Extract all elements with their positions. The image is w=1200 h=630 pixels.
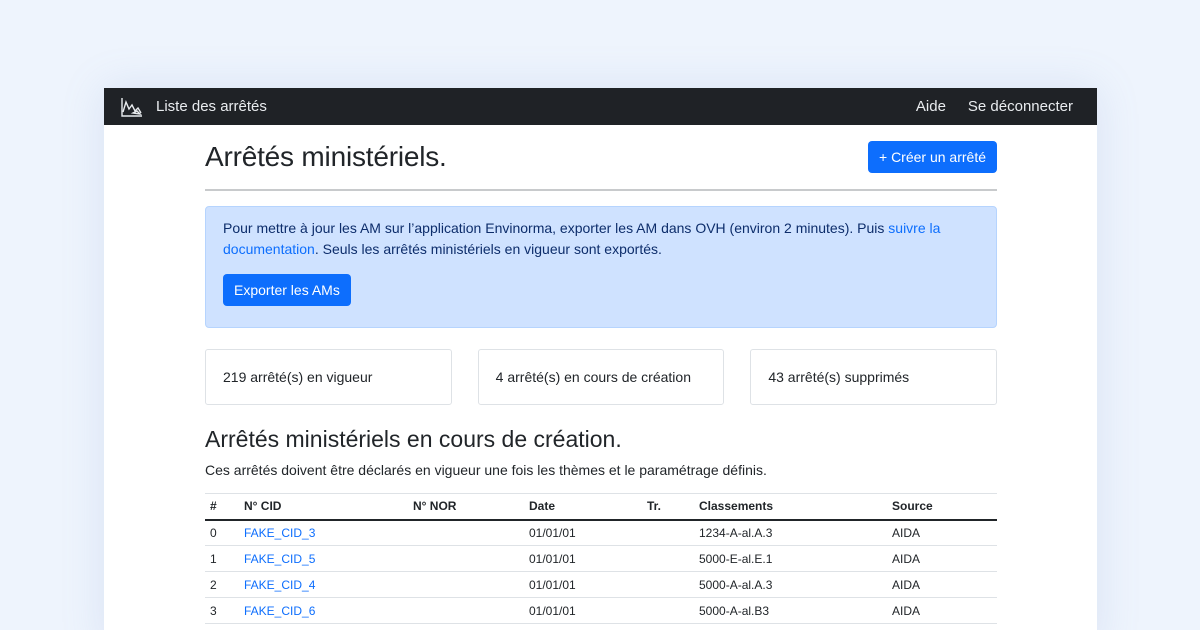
- cell-tr: [642, 571, 694, 598]
- cell-date: 01/01/01: [524, 545, 642, 572]
- cell-classements: 1234-A-al.A.3: [694, 519, 887, 546]
- cell-cid: FAKE_CID_5: [239, 545, 408, 572]
- help-link[interactable]: Aide: [916, 98, 946, 115]
- cell-tr: [642, 597, 694, 624]
- main-content: Arrêtés ministériels. + Créer un arrêté …: [205, 125, 998, 624]
- page-title: Arrêtés ministériels.: [205, 141, 447, 172]
- alert-text-after: . Seuls les arrêtés ministériels en vigu…: [314, 241, 662, 257]
- column-header-classements: Classements: [699, 499, 774, 514]
- cid-link[interactable]: FAKE_CID_3: [244, 526, 315, 540]
- column-header-cid: N° CID: [244, 499, 282, 514]
- cell-cid: FAKE_CID_6: [239, 597, 408, 624]
- table-row: 1 FAKE_CID_5 01/01/01 5000-E-al.E.1 AIDA: [205, 545, 997, 572]
- brand[interactable]: Liste des arrêtés: [120, 96, 267, 118]
- create-arrete-button[interactable]: + Créer un arrêté: [868, 141, 997, 173]
- navbar: Liste des arrêtés Aide Se déconnecter: [104, 88, 1097, 125]
- cell-nor: [408, 545, 524, 572]
- cell-classements: 5000-A-al.A.3: [694, 571, 887, 598]
- table-row: 3 FAKE_CID_6 01/01/01 5000-A-al.B3 AIDA: [205, 597, 997, 624]
- column-header-source: Source: [892, 499, 933, 514]
- logout-link[interactable]: Se déconnecter: [968, 98, 1073, 115]
- table-row: 2 FAKE_CID_4 01/01/01 5000-A-al.A.3 AIDA: [205, 571, 997, 598]
- column-header-nor: N° NOR: [413, 499, 457, 514]
- cell-source: AIDA: [887, 545, 997, 572]
- column-header-tr: Tr.: [647, 499, 662, 514]
- cell-index: 2: [205, 571, 239, 598]
- page-header: Arrêtés ministériels. + Créer un arrêté: [205, 125, 997, 191]
- column-header-index: #: [210, 499, 217, 514]
- cell-tr: [642, 545, 694, 572]
- table-row: 0 FAKE_CID_3 01/01/01 1234-A-al.A.3 AIDA: [205, 519, 997, 546]
- nav-links: Aide Se déconnecter: [916, 98, 1073, 115]
- cell-cid: FAKE_CID_4: [239, 571, 408, 598]
- cid-link[interactable]: FAKE_CID_4: [244, 578, 315, 592]
- stat-card-in-force: 219 arrêté(s) en vigueur: [205, 349, 452, 405]
- cell-index: 0: [205, 519, 239, 546]
- arretes-table: # N° CID N° NOR Date Tr. Classements Sou…: [205, 493, 997, 624]
- section-title: Arrêtés ministériels en cours de créatio…: [205, 426, 622, 452]
- cell-classements: 5000-A-al.B3: [694, 597, 887, 624]
- brand-label[interactable]: Liste des arrêtés: [156, 98, 267, 115]
- cell-index: 1: [205, 545, 239, 572]
- stats-row: 219 arrêté(s) en vigueur 4 arrêté(s) en …: [205, 349, 998, 405]
- export-ams-button[interactable]: Exporter les AMs: [223, 274, 351, 306]
- stat-deleted-label: 43 arrêté(s) supprimés: [768, 369, 910, 385]
- cell-date: 01/01/01: [524, 519, 642, 546]
- cell-tr: [642, 519, 694, 546]
- table-header-row: # N° CID N° NOR Date Tr. Classements Sou…: [205, 493, 997, 520]
- stat-card-deleted: 43 arrêté(s) supprimés: [750, 349, 998, 405]
- cell-source: AIDA: [887, 597, 997, 624]
- section-description: Ces arrêtés doivent être déclarés en vig…: [205, 462, 767, 478]
- column-header-date: Date: [529, 499, 556, 514]
- cell-date: 01/01/01: [524, 571, 642, 598]
- cell-nor: [408, 519, 524, 546]
- chart-logo-icon: [120, 96, 144, 118]
- cell-nor: [408, 571, 524, 598]
- cell-cid: FAKE_CID_3: [239, 519, 408, 546]
- cid-link[interactable]: FAKE_CID_6: [244, 604, 315, 618]
- app-window: Liste des arrêtés Aide Se déconnecter Ar…: [104, 88, 1097, 630]
- cell-date: 01/01/01: [524, 597, 642, 624]
- stat-card-in-creation: 4 arrêté(s) en cours de création: [477, 349, 725, 405]
- cell-index: 3: [205, 597, 239, 624]
- cell-nor: [408, 597, 524, 624]
- info-alert: Pour mettre à jour les AM sur l’applicat…: [205, 206, 997, 328]
- cid-link[interactable]: FAKE_CID_5: [244, 552, 315, 566]
- cell-classements: 5000-E-al.E.1: [694, 545, 887, 572]
- stat-in-creation-label: 4 arrêté(s) en cours de création: [495, 369, 691, 385]
- cell-source: AIDA: [887, 571, 997, 598]
- stat-in-force-label: 219 arrêté(s) en vigueur: [223, 369, 373, 385]
- cell-source: AIDA: [887, 519, 997, 546]
- alert-text-before: Pour mettre à jour les AM sur l’applicat…: [223, 220, 889, 236]
- alert-text: Pour mettre à jour les AM sur l’applicat…: [223, 218, 979, 260]
